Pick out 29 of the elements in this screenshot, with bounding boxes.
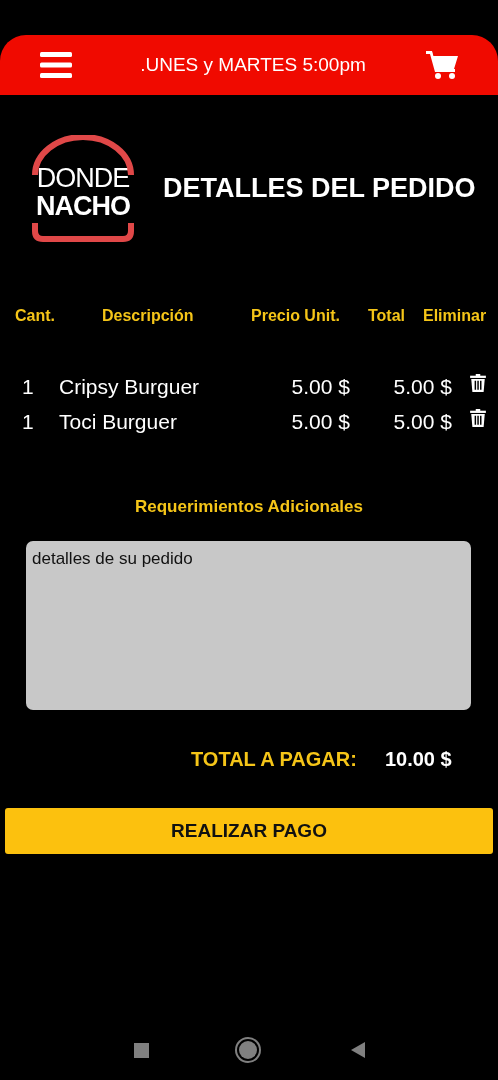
pay-button[interactable]: REALIZAR PAGO <box>5 808 493 854</box>
price-cell-text: 5.00 $ <box>290 374 350 399</box>
description-cell-text: Toci Burguer <box>59 409 178 434</box>
quantity-cell-text: 1 <box>22 409 35 434</box>
column-header: Precio Unit. <box>251 307 341 325</box>
schedule-text: .UNES y MARTES 5:00pm <box>139 54 367 76</box>
description-cell-text: Cripsy Burguer <box>59 374 201 399</box>
trash-icon[interactable] <box>470 408 486 427</box>
total-value: 10.00 $ <box>384 747 452 771</box>
column-header: Descripción <box>102 307 195 325</box>
total-cell-text: 5.00 $ <box>392 409 452 434</box>
total-cell-text: 5.00 $ <box>392 374 452 399</box>
total-label: TOTAL A PAGAR: <box>191 747 357 771</box>
logo-text: DONDE <box>36 163 130 192</box>
back-icon[interactable] <box>350 1042 365 1058</box>
quantity-cell-text: 1 <box>22 374 35 399</box>
notes-field[interactable]: detalles de su pedido <box>26 541 471 710</box>
column-header: Total <box>368 307 407 325</box>
home-icon[interactable] <box>238 1041 257 1059</box>
column-header: Cant. <box>15 307 56 325</box>
page-title: DETALLES DEL PEDIDO <box>163 173 476 204</box>
price-cell-text: 5.00 $ <box>290 409 350 434</box>
recents-icon[interactable] <box>133 1042 149 1058</box>
trash-icon[interactable] <box>470 373 486 392</box>
column-header: Eliminar <box>423 307 488 325</box>
notes-label: Requerimientos Adicionales <box>134 497 364 517</box>
logo-text: NACHO <box>36 191 130 220</box>
menu-icon[interactable] <box>40 52 72 78</box>
cart-icon[interactable] <box>426 50 458 80</box>
